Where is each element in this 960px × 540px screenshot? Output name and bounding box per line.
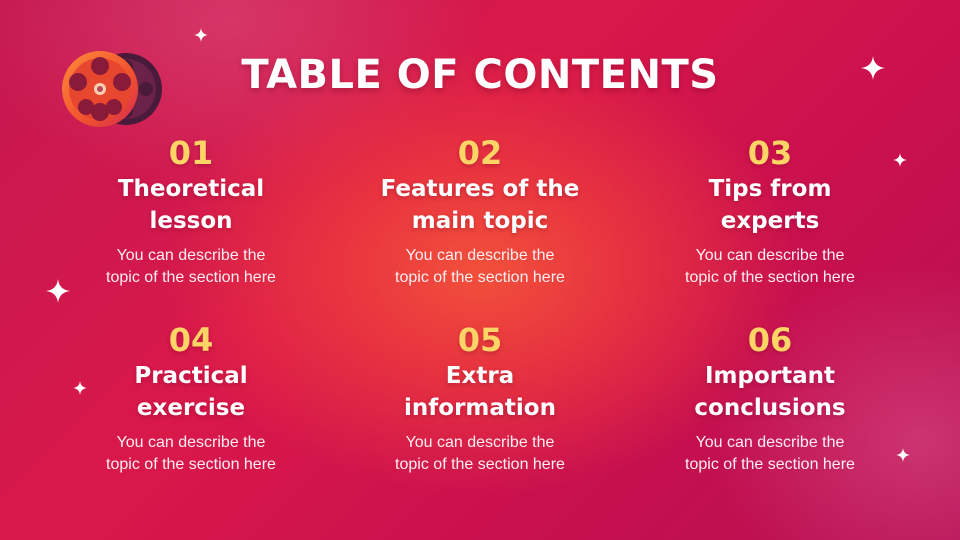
- toc-item-04: 04 Practical exercise You can describe t…: [61, 322, 321, 476]
- section-number: 01: [168, 134, 214, 172]
- section-number: 02: [457, 134, 503, 172]
- desc-line: You can describe the: [405, 247, 555, 264]
- section-description: You can describe the topic of the sectio…: [640, 432, 900, 476]
- desc-line: You can describe the: [116, 247, 266, 264]
- slide: TABLE OF CONTENTS 01 Theoretical lesson …: [0, 0, 960, 540]
- heading-line: conclusions: [694, 395, 846, 421]
- desc-line: topic of the section here: [395, 456, 565, 473]
- toc-item-06: 06 Important conclusions You can describ…: [640, 322, 900, 476]
- section-description: You can describe the topic of the sectio…: [61, 432, 321, 476]
- section-description: You can describe the topic of the sectio…: [640, 245, 900, 289]
- section-number: 06: [747, 321, 793, 359]
- section-heading: Practical exercise: [61, 360, 321, 424]
- heading-line: Important: [704, 363, 835, 389]
- toc-item-01: 01 Theoretical lesson You can describe t…: [61, 135, 321, 289]
- section-heading: Tips from experts: [640, 173, 900, 237]
- section-number: 03: [747, 134, 793, 172]
- section-number: 05: [457, 321, 503, 359]
- heading-line: exercise: [136, 395, 246, 421]
- heading-line: Tips from: [708, 176, 832, 202]
- section-description: You can describe the topic of the sectio…: [350, 432, 610, 476]
- heading-line: main topic: [411, 208, 549, 234]
- desc-line: topic of the section here: [106, 269, 276, 286]
- toc-item-02: 02 Features of the main topic You can de…: [350, 135, 610, 289]
- toc-item-05: 05 Extra information You can describe th…: [350, 322, 610, 476]
- heading-line: Extra: [445, 363, 515, 389]
- section-heading: Extra information: [350, 360, 610, 424]
- section-description: You can describe the topic of the sectio…: [350, 245, 610, 289]
- heading-line: experts: [720, 208, 820, 234]
- desc-line: topic of the section here: [685, 269, 855, 286]
- desc-line: You can describe the: [405, 434, 555, 451]
- section-heading: Important conclusions: [640, 360, 900, 424]
- section-number: 04: [168, 321, 214, 359]
- sparkle-icon: [861, 56, 885, 80]
- desc-line: You can describe the: [116, 434, 266, 451]
- heading-line: information: [404, 395, 556, 421]
- heading-line: Practical: [134, 363, 248, 389]
- toc-item-03: 03 Tips from experts You can describe th…: [640, 135, 900, 289]
- section-heading: Theoretical lesson: [61, 173, 321, 237]
- section-description: You can describe the topic of the sectio…: [61, 245, 321, 289]
- desc-line: topic of the section here: [395, 269, 565, 286]
- desc-line: You can describe the: [695, 434, 845, 451]
- desc-line: topic of the section here: [106, 456, 276, 473]
- heading-line: lesson: [149, 208, 233, 234]
- section-heading: Features of the main topic: [350, 173, 610, 237]
- desc-line: You can describe the: [695, 247, 845, 264]
- desc-line: topic of the section here: [685, 456, 855, 473]
- heading-line: Features of the: [380, 176, 580, 202]
- heading-line: Theoretical: [117, 176, 265, 202]
- page-title: TABLE OF CONTENTS: [241, 52, 719, 98]
- sparkle-icon: [194, 28, 208, 42]
